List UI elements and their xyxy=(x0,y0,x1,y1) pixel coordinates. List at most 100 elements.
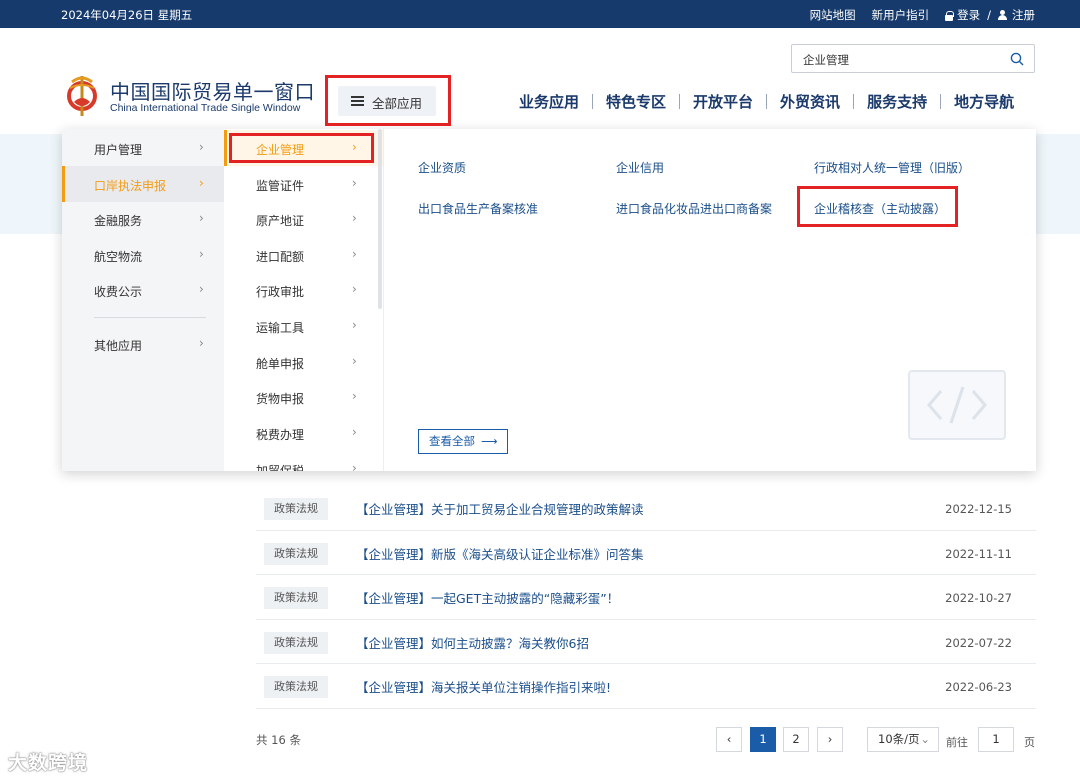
chevron-right-icon: › xyxy=(199,176,204,190)
menu-item-label: 收费公示 xyxy=(94,285,143,299)
menu-item-label: 金融服务 xyxy=(94,214,143,228)
menu-item-other-apps[interactable]: 其他应用 › xyxy=(62,326,224,362)
submenu-processing-trade-bonded[interactable]: 加贸保税 › xyxy=(224,451,383,471)
article-row[interactable]: 政策法规 【企业管理】如何主动披露？海关教你6招 2022-07-22 xyxy=(256,620,1036,665)
nav-trade-news[interactable]: 外贸资讯 xyxy=(780,91,840,112)
menu-item-financial-services[interactable]: 金融服务 › xyxy=(62,201,224,237)
article-row[interactable]: 政策法规 【企业管理】新版《海关高级认证企业标准》问答集 2022-11-11 xyxy=(256,531,1036,576)
chevron-right-icon: › xyxy=(352,176,357,190)
logo-subtitle: China International Trade Single Window xyxy=(110,102,301,114)
article-row[interactable]: 政策法规 【企业管理】关于加工贸易企业合规管理的政策解读 2022-12-15 xyxy=(256,486,1036,531)
sitemap-link[interactable]: 网站地图 xyxy=(810,7,856,23)
new-user-guide-link[interactable]: 新用户指引 xyxy=(872,7,930,23)
article-title[interactable]: 【企业管理】关于加工贸易企业合规管理的政策解读 xyxy=(356,499,644,518)
article-title[interactable]: 【企业管理】新版《海关高级认证企业标准》问答集 xyxy=(356,544,644,563)
search-box[interactable]: 企业管理 xyxy=(791,44,1035,73)
chevron-right-icon: › xyxy=(199,140,204,154)
view-all-label: 查看全部 xyxy=(429,434,475,448)
chevron-right-icon: › xyxy=(199,247,204,261)
submenu-label: 企业管理 xyxy=(256,143,305,157)
chevron-right-icon: › xyxy=(199,211,204,225)
nav-service-support[interactable]: 服务支持 xyxy=(867,91,927,112)
link-divider: / xyxy=(987,8,991,22)
submenu-regulatory-certificates[interactable]: 监管证件 › xyxy=(224,166,383,202)
chevron-right-icon: › xyxy=(352,461,357,471)
login-link[interactable]: 登录 xyxy=(945,7,980,23)
nav-separator xyxy=(766,94,768,109)
app-link-audit-voluntary-disclosure[interactable]: 企业稽核查（主动披露） xyxy=(814,200,946,217)
page-size-select[interactable]: 10条/页 ⌄ xyxy=(867,727,939,752)
category-tag: 政策法规 xyxy=(264,676,328,699)
chevron-right-icon: › xyxy=(352,318,357,332)
register-link[interactable]: 注册 xyxy=(998,7,1035,23)
submenu-tax-payment[interactable]: 税费办理 › xyxy=(224,415,383,451)
all-apps-button[interactable]: 全部应用 xyxy=(338,86,436,116)
chevron-right-icon: › xyxy=(352,425,357,439)
submenu-label: 原产地证 xyxy=(256,214,305,228)
menu-item-air-logistics[interactable]: 航空物流 › xyxy=(62,237,224,273)
article-title[interactable]: 【企业管理】海关报关单位注销操作指引来啦! xyxy=(356,677,611,696)
app-link-enterprise-qualification[interactable]: 企业资质 xyxy=(418,159,466,176)
main-nav: 业务应用 特色专区 开放平台 外贸资讯 服务支持 地方导航 xyxy=(519,91,1014,112)
submenu-goods-declaration[interactable]: 货物申报 › xyxy=(224,379,383,415)
category-column: 用户管理 › 口岸执法申报 › 金融服务 › 航空物流 › 收费公示 › 其他应用 › xyxy=(62,129,224,471)
subcategory-column: 企业管理 › 监管证件 › 原产地证 › 进口配额 › 行政审批 › 运输工具 › 舱单申报… xyxy=(224,129,384,471)
chevron-right-icon: › xyxy=(352,389,357,403)
nav-separator xyxy=(679,94,681,109)
submenu-manifest-declaration[interactable]: 舱单申报 › xyxy=(224,344,383,380)
lock-icon xyxy=(945,11,955,21)
login-label: 登录 xyxy=(957,8,981,22)
nav-local-navigation[interactable]: 地方导航 xyxy=(954,91,1014,112)
nav-business-apps[interactable]: 业务应用 xyxy=(519,91,579,112)
submenu-import-quota[interactable]: 进口配额 › xyxy=(224,237,383,273)
category-tag: 政策法规 xyxy=(264,631,328,654)
user-icon xyxy=(998,10,1007,20)
article-title[interactable]: 【企业管理】一起GET主动披露的“隐藏彩蛋”！ xyxy=(356,588,619,607)
view-all-button[interactable]: 查看全部 ⟶ xyxy=(418,429,508,454)
scrollbar[interactable] xyxy=(378,129,382,309)
search-icon[interactable] xyxy=(1010,52,1024,66)
app-link-counterpart-management[interactable]: 行政相对人统一管理（旧版） xyxy=(814,159,970,176)
nav-featured-zone[interactable]: 特色专区 xyxy=(606,91,666,112)
top-bar: 2024年04月26日 星期五 网站地图 新用户指引 登录 / 注册 xyxy=(0,0,1080,28)
menu-icon xyxy=(351,96,364,106)
menu-item-port-declaration[interactable]: 口岸执法申报 › xyxy=(62,166,224,202)
logo-title[interactable]: 中国国际贸易单一窗口 xyxy=(110,76,315,105)
chevron-right-icon: › xyxy=(199,336,204,350)
top-links: 网站地图 新用户指引 登录 / 注册 xyxy=(810,7,1035,23)
submenu-label: 行政审批 xyxy=(256,285,305,299)
next-page-button[interactable]: › xyxy=(817,727,843,752)
nav-open-platform[interactable]: 开放平台 xyxy=(693,91,753,112)
total-count: 共 16 条 xyxy=(256,733,301,747)
search-input[interactable]: 企业管理 xyxy=(803,52,849,68)
menu-item-user-management[interactable]: 用户管理 › xyxy=(62,130,224,166)
submenu-certificate-of-origin[interactable]: 原产地证 › xyxy=(224,201,383,237)
nav-separator xyxy=(940,94,942,109)
article-row[interactable]: 政策法规 【企业管理】一起GET主动披露的“隐藏彩蛋”！ 2022-10-27 xyxy=(256,575,1036,620)
article-date: 2022-12-15 xyxy=(945,502,1012,516)
current-date: 2024年04月26日 星期五 xyxy=(61,8,193,22)
submenu-enterprise-management[interactable]: 企业管理 › xyxy=(224,130,383,166)
menu-item-fee-disclosure[interactable]: 收费公示 › xyxy=(62,272,224,308)
logo-icon[interactable] xyxy=(64,72,100,118)
chevron-right-icon: › xyxy=(352,140,357,154)
app-link-import-food-cosmetics-filing[interactable]: 进口食品化妆品进出口商备案 xyxy=(616,200,772,217)
page-button-1[interactable]: 1 xyxy=(750,727,776,752)
arrow-right-icon: ⟶ xyxy=(481,434,498,448)
submenu-label: 运输工具 xyxy=(256,321,305,335)
menu-item-label: 用户管理 xyxy=(94,143,143,157)
submenu-administrative-approval[interactable]: 行政审批 › xyxy=(224,272,383,308)
chevron-right-icon: › xyxy=(352,211,357,225)
article-title[interactable]: 【企业管理】如何主动披露？海关教你6招 xyxy=(356,633,589,652)
chevron-right-icon: › xyxy=(352,354,357,368)
prev-page-button[interactable]: ‹ xyxy=(716,727,742,752)
app-link-enterprise-credit[interactable]: 企业信用 xyxy=(616,159,664,176)
app-link-export-food-filing[interactable]: 出口食品生产备案核准 xyxy=(418,200,538,217)
submenu-label: 舱单申报 xyxy=(256,357,305,371)
goto-page-input[interactable]: 1 xyxy=(978,727,1014,752)
menu-item-label: 其他应用 xyxy=(94,339,143,353)
submenu-transport-vehicles[interactable]: 运输工具 › xyxy=(224,308,383,344)
article-row[interactable]: 政策法规 【企业管理】海关报关单位注销操作指引来啦! 2022-06-23 xyxy=(256,664,1036,709)
submenu-label: 税费办理 xyxy=(256,428,305,442)
page-button-2[interactable]: 2 xyxy=(783,727,809,752)
